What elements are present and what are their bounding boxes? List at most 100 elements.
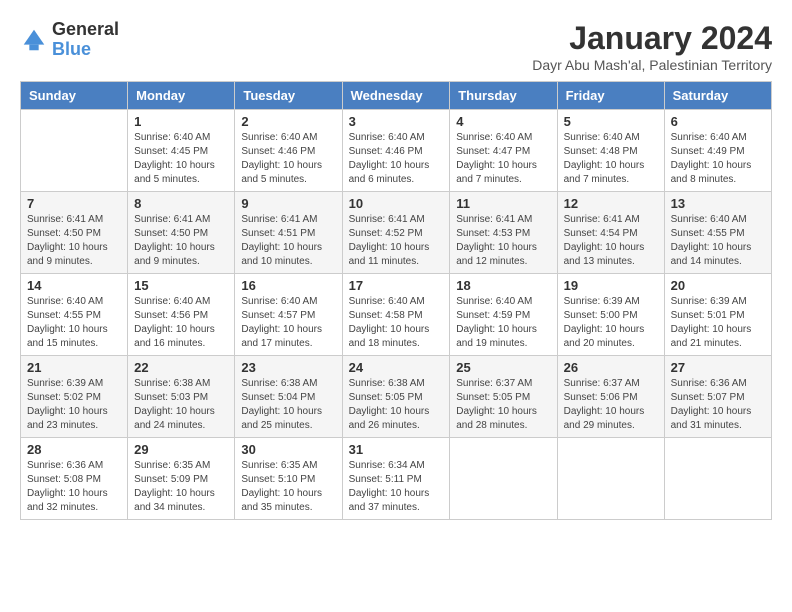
calendar-cell: 27 Sunrise: 6:36 AMSunset: 5:07 PMDayligh… [664, 356, 771, 438]
calendar-cell: 2Sunrise: 6:40 AMSunset: 4:46 PMDaylight… [235, 110, 342, 192]
day-number: 31 [349, 442, 444, 457]
day-number: 20 [671, 278, 765, 293]
day-number: 8 [134, 196, 228, 211]
calendar-cell: 26 Sunrise: 6:37 AMSunset: 5:06 PMDayligh… [557, 356, 664, 438]
day-number: 30 [241, 442, 335, 457]
calendar-cell: 19Sunrise: 6:39 AMSunset: 5:00 PMDayligh… [557, 274, 664, 356]
calendar-cell: 6 Sunrise: 6:40 AMSunset: 4:49 PMDaylight… [664, 110, 771, 192]
calendar-cell: 17Sunrise: 6:40 AMSunset: 4:58 PMDayligh… [342, 274, 450, 356]
day-info: Sunrise: 6:40 AMSunset: 4:55 PMDaylight:… [27, 295, 121, 351]
day-info: Sunrise: 6:36 AMSunset: 5:08 PMDaylight:… [27, 459, 121, 515]
day-info: Sunrise: 6:40 AMSunset: 4:45 PMDaylight:… [134, 131, 228, 187]
day-info: Sunrise: 6:40 AMSunset: 4:58 PMDaylight:… [349, 295, 444, 351]
day-number: 13 [671, 196, 765, 211]
calendar-cell: 10 Sunrise: 6:41 AMSunset: 4:52 PMDayligh… [342, 192, 450, 274]
day-number: 4 [456, 114, 550, 129]
day-number: 16 [241, 278, 335, 293]
calendar-cell: 4 Sunrise: 6:40 AMSunset: 4:47 PMDaylight… [450, 110, 557, 192]
day-info: Sunrise: 6:40 AMSunset: 4:59 PMDaylight:… [456, 295, 550, 351]
calendar-cell: 21 Sunrise: 6:39 AMSunset: 5:02 PMDayligh… [21, 356, 128, 438]
month-title: January 2024 [532, 20, 772, 57]
calendar-cell: 12 Sunrise: 6:41 AMSunset: 4:54 PMDayligh… [557, 192, 664, 274]
logo-general: General [52, 20, 119, 40]
calendar-cell [557, 438, 664, 520]
calendar-cell: 14 Sunrise: 6:40 AMSunset: 4:55 PMDayligh… [21, 274, 128, 356]
calendar-cell: 24Sunrise: 6:38 AMSunset: 5:05 PMDayligh… [342, 356, 450, 438]
day-info: Sunrise: 6:38 AMSunset: 5:03 PMDaylight:… [134, 377, 228, 433]
calendar-cell: 23Sunrise: 6:38 AMSunset: 5:04 PMDayligh… [235, 356, 342, 438]
day-number: 25 [456, 360, 550, 375]
calendar-cell: 30 Sunrise: 6:35 AMSunset: 5:10 PMDayligh… [235, 438, 342, 520]
day-info: Sunrise: 6:41 AMSunset: 4:52 PMDaylight:… [349, 213, 444, 269]
calendar-cell: 22Sunrise: 6:38 AMSunset: 5:03 PMDayligh… [128, 356, 235, 438]
day-of-week-header: Monday [128, 82, 235, 110]
day-number: 1 [134, 114, 228, 129]
logo-blue: Blue [52, 40, 119, 60]
day-info: Sunrise: 6:39 AMSunset: 5:00 PMDaylight:… [564, 295, 658, 351]
day-number: 21 [27, 360, 121, 375]
calendar-cell: 29 Sunrise: 6:35 AMSunset: 5:09 PMDayligh… [128, 438, 235, 520]
day-number: 29 [134, 442, 228, 457]
calendar-cell: 13 Sunrise: 6:40 AMSunset: 4:55 PMDayligh… [664, 192, 771, 274]
day-info: Sunrise: 6:35 AMSunset: 5:10 PMDaylight:… [241, 459, 335, 515]
logo-area: General Blue [20, 20, 119, 60]
day-info: Sunrise: 6:40 AMSunset: 4:48 PMDaylight:… [564, 131, 658, 187]
calendar-cell [21, 110, 128, 192]
day-info: Sunrise: 6:38 AMSunset: 5:05 PMDaylight:… [349, 377, 444, 433]
day-number: 6 [671, 114, 765, 129]
day-info: Sunrise: 6:40 AMSunset: 4:57 PMDaylight:… [241, 295, 335, 351]
day-info: Sunrise: 6:40 AMSunset: 4:56 PMDaylight:… [134, 295, 228, 351]
day-of-week-header: Thursday [450, 82, 557, 110]
calendar-cell: 28 Sunrise: 6:36 AMSunset: 5:08 PMDayligh… [21, 438, 128, 520]
calendar-cell [664, 438, 771, 520]
day-info: Sunrise: 6:34 AMSunset: 5:11 PMDaylight:… [349, 459, 444, 515]
day-number: 12 [564, 196, 658, 211]
day-number: 26 [564, 360, 658, 375]
day-info: Sunrise: 6:35 AMSunset: 5:09 PMDaylight:… [134, 459, 228, 515]
day-info: Sunrise: 6:40 AMSunset: 4:55 PMDaylight:… [671, 213, 765, 269]
calendar-cell: 1 Sunrise: 6:40 AMSunset: 4:45 PMDaylight… [128, 110, 235, 192]
logo-icon [20, 26, 48, 54]
day-number: 14 [27, 278, 121, 293]
calendar-cell: 18 Sunrise: 6:40 AMSunset: 4:59 PMDayligh… [450, 274, 557, 356]
calendar-cell: 16 Sunrise: 6:40 AMSunset: 4:57 PMDayligh… [235, 274, 342, 356]
calendar-cell: 31 Sunrise: 6:34 AMSunset: 5:11 PMDayligh… [342, 438, 450, 520]
day-info: Sunrise: 6:41 AMSunset: 4:53 PMDaylight:… [456, 213, 550, 269]
day-of-week-header: Friday [557, 82, 664, 110]
calendar-week-row: 7Sunrise: 6:41 AMSunset: 4:50 PMDaylight… [21, 192, 772, 274]
day-number: 27 [671, 360, 765, 375]
header: General Blue January 2024 Dayr Abu Mash'… [20, 20, 772, 73]
day-info: Sunrise: 6:40 AMSunset: 4:47 PMDaylight:… [456, 131, 550, 187]
day-of-week-header: Sunday [21, 82, 128, 110]
calendar-cell: 11Sunrise: 6:41 AMSunset: 4:53 PMDayligh… [450, 192, 557, 274]
title-area: January 2024 Dayr Abu Mash'al, Palestini… [532, 20, 772, 73]
day-number: 10 [349, 196, 444, 211]
day-info: Sunrise: 6:40 AMSunset: 4:49 PMDaylight:… [671, 131, 765, 187]
day-info: Sunrise: 6:37 AMSunset: 5:06 PMDaylight:… [564, 377, 658, 433]
day-info: Sunrise: 6:37 AMSunset: 5:05 PMDaylight:… [456, 377, 550, 433]
day-number: 28 [27, 442, 121, 457]
page-container: General Blue January 2024 Dayr Abu Mash'… [20, 20, 772, 520]
calendar-cell: 9Sunrise: 6:41 AMSunset: 4:51 PMDaylight… [235, 192, 342, 274]
day-info: Sunrise: 6:41 AMSunset: 4:54 PMDaylight:… [564, 213, 658, 269]
day-number: 15 [134, 278, 228, 293]
day-number: 3 [349, 114, 444, 129]
calendar-cell [450, 438, 557, 520]
calendar-week-row: 28 Sunrise: 6:36 AMSunset: 5:08 PMDayligh… [21, 438, 772, 520]
day-number: 18 [456, 278, 550, 293]
calendar-week-row: 1 Sunrise: 6:40 AMSunset: 4:45 PMDaylight… [21, 110, 772, 192]
calendar-week-row: 21 Sunrise: 6:39 AMSunset: 5:02 PMDayligh… [21, 356, 772, 438]
day-info: Sunrise: 6:39 AMSunset: 5:02 PMDaylight:… [27, 377, 121, 433]
calendar-cell: 8Sunrise: 6:41 AMSunset: 4:50 PMDaylight… [128, 192, 235, 274]
calendar-cell: 15 Sunrise: 6:40 AMSunset: 4:56 PMDayligh… [128, 274, 235, 356]
calendar-week-row: 14 Sunrise: 6:40 AMSunset: 4:55 PMDayligh… [21, 274, 772, 356]
day-info: Sunrise: 6:36 AMSunset: 5:07 PMDaylight:… [671, 377, 765, 433]
day-info: Sunrise: 6:41 AMSunset: 4:51 PMDaylight:… [241, 213, 335, 269]
day-info: Sunrise: 6:39 AMSunset: 5:01 PMDaylight:… [671, 295, 765, 351]
calendar-cell: 20 Sunrise: 6:39 AMSunset: 5:01 PMDayligh… [664, 274, 771, 356]
day-info: Sunrise: 6:40 AMSunset: 4:46 PMDaylight:… [349, 131, 444, 187]
location-subtitle: Dayr Abu Mash'al, Palestinian Territory [532, 57, 772, 73]
day-number: 5 [564, 114, 658, 129]
day-of-week-header: Wednesday [342, 82, 450, 110]
calendar-header-row: SundayMondayTuesdayWednesdayThursdayFrid… [21, 82, 772, 110]
